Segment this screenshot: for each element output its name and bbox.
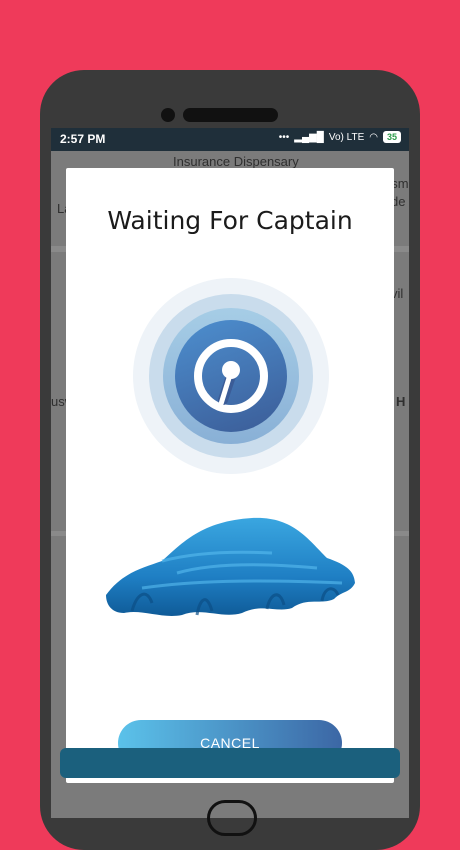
searching-pulse (133, 278, 329, 474)
status-icons: ••• ▂▄▆█ Vo) LTE ◠ 35 (279, 131, 401, 143)
pulse-ring-inner (163, 308, 299, 444)
signal-icon: ▂▄▆█ (294, 131, 324, 143)
volte-label: Vo) LTE (328, 131, 365, 143)
logo-mark (194, 339, 268, 413)
wifi-icon: ◠ (369, 131, 378, 143)
covered-car-icon (106, 517, 355, 616)
status-bar: 2:57 PM ••• ▂▄▆█ Vo) LTE ◠ 35 (51, 128, 409, 151)
waiting-dialog: Waiting For Captain CANCEL (66, 168, 394, 783)
status-time: 2:57 PM (60, 132, 106, 146)
map-bottom-bar (60, 748, 400, 778)
home-button[interactable] (207, 800, 257, 836)
earpiece-speaker (183, 108, 278, 122)
battery-icon: 35 (382, 131, 401, 143)
dialog-title: Waiting For Captain (107, 206, 353, 235)
more-dots-icon: ••• (278, 131, 290, 143)
pulse-ring (149, 294, 313, 458)
map-label: Insurance Dispensary (173, 154, 299, 169)
camera-dot (161, 108, 175, 122)
map-label: H (396, 394, 406, 409)
app-logo-icon (175, 320, 287, 432)
